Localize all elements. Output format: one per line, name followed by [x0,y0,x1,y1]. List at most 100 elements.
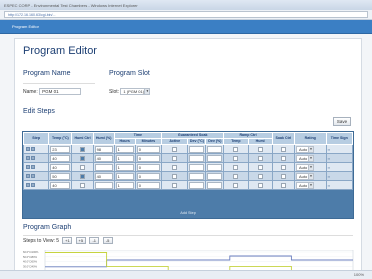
dev-temp-input[interactable] [189,172,205,180]
humi-input[interactable]: 40 [94,154,113,162]
y-tick-label: 60.0°C/100% [23,250,39,254]
col-step: Step [22,132,50,145]
active-checkbox[interactable] [172,173,178,179]
rating-select[interactable]: Auto ▼ [295,145,314,153]
ramp-temp-checkbox[interactable] [233,155,239,161]
active-checkbox[interactable] [172,146,178,152]
minutes-input[interactable]: 0 [136,145,161,153]
save-button[interactable]: Save [333,117,351,126]
minutes-input[interactable]: 0 [136,172,161,180]
active-checkbox[interactable] [172,182,178,188]
zoom-plus1-button[interactable]: +1 [62,237,73,244]
zoom-plus5-button[interactable]: +5 [75,237,86,244]
soak-ctrl-cell [271,171,295,181]
program-name-input[interactable]: PGM 01 [39,88,82,95]
minutes-input[interactable]: 0 [136,154,161,162]
humi-ctrl-checkbox[interactable] [80,182,86,188]
move-down-icon[interactable] [30,146,35,151]
move-up-icon[interactable] [25,164,30,169]
dev-temp-input[interactable] [189,145,205,153]
humi-ctrl-cell [71,180,94,190]
slot-select[interactable]: 1 (PGM 01) ▼ [120,88,151,95]
temp-input[interactable]: 40 [50,163,71,171]
rating-select[interactable]: Auto ▼ [295,154,314,162]
dev-temp-cell [187,153,207,163]
dev-humi-input[interactable] [207,172,223,180]
time-sign-indicator: ▪▪ [327,147,331,152]
soak-ctrl-checkbox[interactable] [280,182,286,188]
url-field[interactable]: http://172.16.160.63/cgi-bin/... [4,11,368,18]
hours-input[interactable]: 1 [115,145,134,153]
dev-temp-input[interactable] [189,154,205,162]
move-down-icon[interactable] [30,164,35,169]
temp-input[interactable]: 40 [50,181,71,189]
temp-input[interactable]: 50 [50,172,71,180]
dev-temp-cell [187,171,207,181]
ramp-temp-checkbox[interactable] [233,182,239,188]
edit-steps-heading: Edit Steps [23,108,55,115]
humi-ctrl-checkbox[interactable] [80,155,86,161]
move-up-icon[interactable] [25,155,30,160]
move-down-icon[interactable] [30,182,35,187]
hours-input[interactable]: 1 [115,163,134,171]
col-rating: Rating [293,132,327,145]
ramp-humi-checkbox[interactable] [257,173,263,179]
humi-ctrl-cell [71,144,94,154]
hours-input[interactable]: 1 [115,172,134,180]
rating-select[interactable]: Auto ▼ [295,163,314,171]
ramp-temp-checkbox[interactable] [233,173,239,179]
hours-input[interactable]: 1 [115,181,134,189]
rating-value: Auto [298,173,308,179]
ramp-humi-checkbox[interactable] [257,155,263,161]
dev-humi-cell [205,144,225,154]
minutes-input[interactable]: 0 [136,163,161,171]
soak-ctrl-checkbox[interactable] [280,155,286,161]
active-checkbox[interactable] [172,164,178,170]
soak-ctrl-checkbox[interactable] [280,164,286,170]
temp-input[interactable]: 40 [50,154,71,162]
dev-humi-input[interactable] [207,163,223,171]
move-up-icon[interactable] [25,173,30,178]
dev-humi-input[interactable] [207,145,223,153]
dev-humi-input[interactable] [207,181,223,189]
soak-ctrl-checkbox[interactable] [280,173,286,179]
soak-ctrl-checkbox[interactable] [280,146,286,152]
humi-ctrl-checkbox[interactable] [80,146,86,152]
move-up-icon[interactable] [25,182,30,187]
active-checkbox[interactable] [172,155,178,161]
move-down-icon[interactable] [30,173,35,178]
dev-temp-input[interactable] [189,163,205,171]
chevron-down-icon: ▼ [307,173,313,179]
temp-input[interactable]: 23 [50,145,71,153]
rating-select[interactable]: Auto ▼ [295,181,314,189]
minutes-input[interactable]: 0 [136,181,161,189]
ramp-humi-cell [247,144,273,154]
move-up-icon[interactable] [25,146,30,151]
add-step-link[interactable]: Add Step [23,211,353,215]
humi-ctrl-checkbox[interactable] [80,173,86,179]
ramp-humi-checkbox[interactable] [257,182,263,188]
zoom-minus5-button[interactable]: -5 [102,237,113,244]
humi-input[interactable] [94,181,113,189]
zoom-minus1-button[interactable]: -1 [89,237,100,244]
dev-humi-input[interactable] [207,154,223,162]
dev-temp-input[interactable] [189,181,205,189]
ramp-temp-checkbox[interactable] [233,164,239,170]
page-body: Program Editor Program Editor Program Na… [0,20,372,279]
header-title: Program Editor [12,24,39,29]
ramp-temp-checkbox[interactable] [233,146,239,152]
active-cell [161,153,189,163]
program-name-row: Name: PGM 01 [23,88,82,95]
ramp-humi-checkbox[interactable] [257,146,263,152]
humi-input[interactable]: 40 [94,172,113,180]
move-down-icon[interactable] [30,155,35,160]
humi-ctrl-checkbox[interactable] [80,164,86,170]
temp-cell: 40 [48,153,73,163]
humi-input[interactable] [94,163,113,171]
hours-input[interactable]: 1 [115,154,134,162]
ramp-temp-cell [223,162,249,172]
ramp-humi-checkbox[interactable] [257,164,263,170]
time-sign-cell: ▪▪ [325,162,354,172]
rating-select[interactable]: Auto ▼ [295,172,314,180]
humi-input[interactable]: 98 [94,145,113,153]
